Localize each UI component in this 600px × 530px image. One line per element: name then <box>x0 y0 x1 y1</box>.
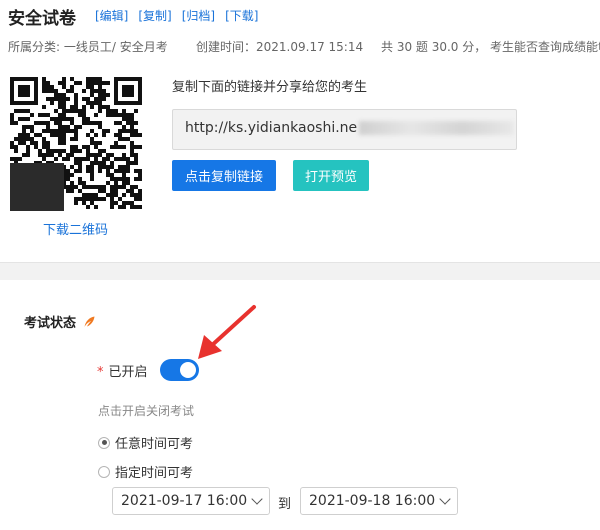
exam-actions: [编辑] [复制] [归档] [下载] <box>95 7 259 24</box>
exam-status-heading: 考试状态 <box>24 312 96 331</box>
open-preview-button[interactable]: 打开预览 <box>293 160 369 191</box>
required-mark: * <box>97 365 104 380</box>
end-time-value: 2021-09-18 16:00 <box>309 493 436 509</box>
exam-category: 所属分类: 一线员工/ 安全月考 <box>8 40 168 54</box>
chevron-down-icon <box>439 493 451 505</box>
edit-link[interactable]: [编辑] <box>95 7 128 24</box>
share-link-text: http://ks.yidiankaoshi.ne <box>185 120 358 136</box>
copy-link-button[interactable]: 点击复制链接 <box>172 160 276 191</box>
copy-link[interactable]: [复制] <box>138 7 171 24</box>
end-time-select[interactable]: 2021-09-18 16:00 <box>300 487 458 515</box>
feather-icon <box>84 316 95 327</box>
radio-scheduled[interactable]: 指定时间可考 <box>98 462 193 481</box>
exam-created-time: 创建时间：2021.09.17 15:14 <box>196 40 364 54</box>
qr-code-image <box>10 77 142 211</box>
start-time-value: 2021-09-17 16:00 <box>121 493 248 509</box>
exam-summary: 共 30 题 30.0 分， 考生能否查询成绩能够 <box>381 40 600 54</box>
share-hint: 复制下面的链接并分享给您的考生 <box>172 80 368 95</box>
redacted-link-part <box>359 121 515 135</box>
download-qr-link[interactable]: 下载二维码 <box>43 219 108 238</box>
radio-anytime[interactable]: 任意时间可考 <box>98 433 193 452</box>
start-time-select[interactable]: 2021-09-17 16:00 <box>112 487 270 515</box>
range-separator: 到 <box>278 497 292 512</box>
exam-title: 安全试卷 <box>8 9 76 29</box>
share-link-field[interactable]: http://ks.yidiankaoshi.ne <box>172 109 517 150</box>
radio-scheduled-label: 指定时间可考 <box>115 466 194 481</box>
chevron-down-icon <box>251 493 263 505</box>
annotation-arrow-icon <box>198 305 256 359</box>
exam-status-title: 考试状态 <box>24 316 77 331</box>
radio-anytime-dot <box>98 436 110 449</box>
radio-anytime-label: 任意时间可考 <box>115 437 194 452</box>
toggle-hint: 点击开启关闭考试 <box>98 404 195 418</box>
qr-code <box>10 75 142 211</box>
radio-scheduled-dot <box>98 465 110 478</box>
section-divider <box>0 262 600 280</box>
switch-label-text: 已开启 <box>108 365 148 380</box>
archive-link[interactable]: [归档] <box>182 7 215 24</box>
toggle-knob <box>180 362 196 378</box>
switch-label: * 已开启 <box>97 361 148 380</box>
download-link[interactable]: [下载] <box>225 7 258 24</box>
